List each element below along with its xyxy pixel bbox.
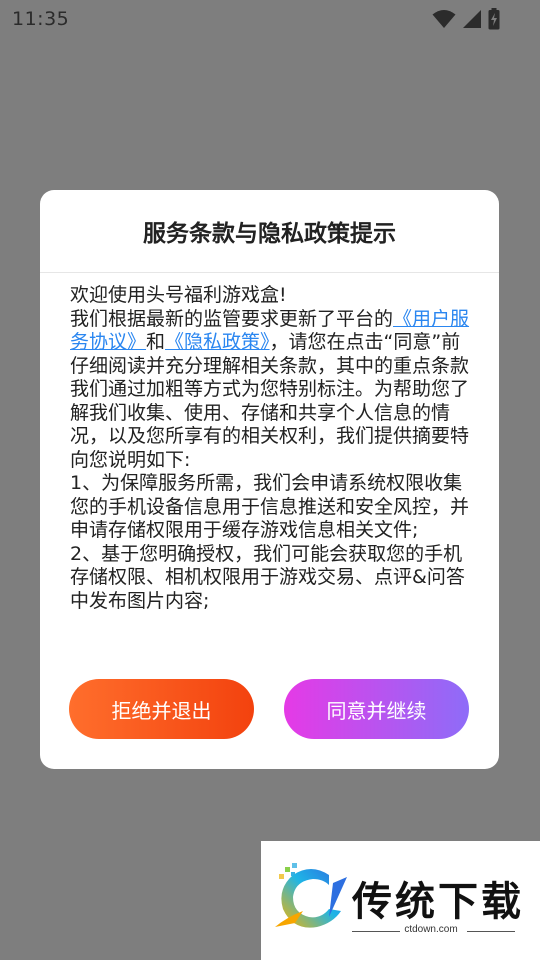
summary-item-2: 2、基于您明确授权，我们可能会获取您的手机存储权限、相机权限用于游戏交易、点评&… [70, 542, 465, 612]
reject-exit-button[interactable]: 拒绝并退出 [69, 679, 254, 739]
status-icons [432, 8, 500, 30]
status-time: 11:35 [12, 8, 70, 30]
greeting-text: 欢迎使用头号福利游戏盒! [70, 284, 287, 306]
status-bar: 11:35 [0, 0, 540, 38]
wifi-icon [432, 9, 456, 29]
intro-paragraph: 我们根据最新的监管要求更新了平台的《用户服务协议》和《隐私政策》，请您在点击“同… [70, 308, 472, 473]
watermark: 传统下载 ctdown.com [261, 841, 540, 960]
dialog-title: 服务条款与隐私政策提示 [143, 221, 396, 247]
battery-charging-icon [488, 8, 500, 30]
intro-before-text: 我们根据最新的监管要求更新了平台的 [70, 307, 394, 330]
title-divider [40, 272, 499, 273]
watermark-line-left [352, 931, 400, 932]
privacy-dialog: 服务条款与隐私政策提示 欢迎使用头号福利游戏盒! 我们根据最新的监管要求更新了平… [40, 190, 499, 769]
privacy-policy-link[interactable]: 《隐私政策》 [165, 331, 270, 353]
watermark-url: ctdown.com [404, 924, 458, 935]
signal-icon [462, 9, 482, 29]
summary-item-1: 1、为保障服务所需，我们会申请系统权限收集您的手机设备信息用于信息推送和安全风控… [70, 472, 470, 541]
and-text: 和 [146, 331, 166, 353]
watermark-name: 传统下载 [352, 879, 524, 925]
ctdown-logo-icon [271, 861, 349, 939]
agree-continue-button[interactable]: 同意并继续 [284, 679, 469, 739]
watermark-line-right [467, 931, 515, 932]
dialog-body[interactable]: 欢迎使用头号福利游戏盒! 我们根据最新的监管要求更新了平台的《用户服务协议》和《… [70, 284, 472, 636]
